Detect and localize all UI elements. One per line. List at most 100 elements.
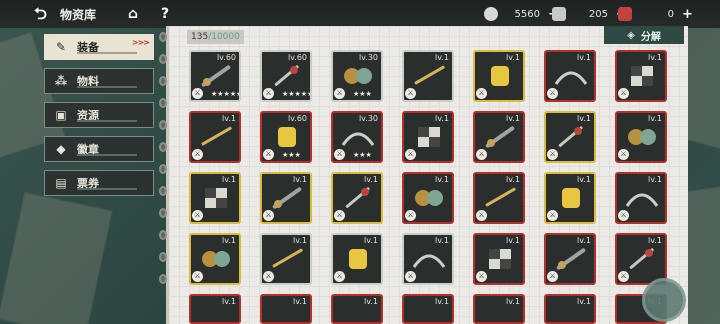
item-type-icon: ⚔ — [192, 271, 203, 282]
sidebar-item-materials[interactable]: ⁂ 物料 — [44, 68, 154, 94]
help-icon[interactable]: ? — [156, 5, 174, 23]
decompose-icon: ◈ — [627, 29, 635, 41]
item-stars: ★★★ — [282, 151, 301, 159]
inventory-item[interactable]: lv.1 — [331, 294, 383, 324]
active-indicator: >>> — [131, 38, 150, 47]
weapon-icon — [339, 62, 377, 90]
item-level: lv.1 — [222, 175, 236, 184]
resources-icon: ▣ — [55, 108, 67, 122]
item-level: lv.1 — [222, 297, 236, 306]
weapon-icon — [552, 184, 590, 212]
item-level: lv.1 — [222, 236, 236, 245]
badge-icon: ◆ — [56, 142, 66, 156]
inventory-item[interactable]: lv.1 ⚔ — [402, 233, 454, 285]
item-level: lv.1 — [648, 114, 662, 123]
resource-ticket: 205 + — [552, 5, 628, 23]
inventory-item[interactable]: lv.1 ⚔ — [473, 172, 525, 224]
inventory-item[interactable]: lv.60 ⚔ ★★★★★ — [260, 50, 312, 102]
weapon-icon — [268, 123, 306, 151]
weapon-icon — [268, 62, 306, 90]
binder-rings — [159, 32, 167, 296]
inventory-item[interactable]: lv.1 ⚔ — [189, 172, 241, 224]
inventory-item[interactable]: lv.1 — [402, 294, 454, 324]
item-stars: ★★★ — [353, 151, 372, 159]
weapon-icon — [197, 62, 235, 90]
item-level: lv.1 — [506, 236, 520, 245]
inventory-item[interactable]: lv.1 ⚔ — [615, 233, 667, 285]
ticket-list-icon: ▤ — [55, 176, 67, 190]
back-arrow-icon[interactable]: ⮌ — [34, 5, 54, 23]
item-level: lv.1 — [506, 175, 520, 184]
coin-icon — [484, 7, 498, 21]
inventory-item[interactable]: lv.1 ⚔ — [402, 50, 454, 102]
item-type-icon: ⚔ — [192, 210, 203, 221]
item-level: lv.1 — [648, 175, 662, 184]
item-level: lv.1 — [293, 236, 307, 245]
inventory-item[interactable]: lv.1 ⚔ — [402, 172, 454, 224]
weapon-icon — [410, 123, 448, 151]
coin-value: 5560 — [514, 8, 540, 20]
resource-supply: 0 + — [618, 5, 694, 23]
item-level: lv.1 — [364, 175, 378, 184]
inventory-item[interactable]: lv.1 ⚔ — [544, 233, 596, 285]
inventory-item[interactable]: lv.1 ⚔ — [189, 233, 241, 285]
inventory-item[interactable]: lv.1 ⚔ — [473, 50, 525, 102]
sidebar-item-tickets[interactable]: ▤ 票券 — [44, 170, 154, 196]
inventory-item[interactable]: lv.1 ⚔ — [544, 50, 596, 102]
inventory-item[interactable]: lv.30 ⚔ ★★★ — [331, 111, 383, 163]
item-level: lv.1 — [293, 297, 307, 306]
item-level: lv.60 — [287, 53, 307, 62]
top-bar: ⮌ 物资库 ⌂ ? 5560 + 205 + 0 + — [0, 0, 720, 28]
inventory-item[interactable]: lv.1 — [544, 294, 596, 324]
inventory-item[interactable]: lv.1 ⚔ — [260, 172, 312, 224]
inventory-item[interactable]: lv.1 ⚔ — [615, 111, 667, 163]
sidebar-item-equipment[interactable]: ✎ 装备 >>> — [44, 34, 154, 60]
item-type-icon: ⚔ — [476, 210, 487, 221]
inventory-item[interactable]: lv.1 — [473, 294, 525, 324]
inventory-item[interactable]: lv.1 — [260, 294, 312, 324]
item-level: lv.1 — [577, 175, 591, 184]
item-level: lv.1 — [435, 53, 449, 62]
inventory-item[interactable]: lv.1 ⚔ — [615, 50, 667, 102]
inventory-item[interactable]: lv.1 ⚔ — [331, 172, 383, 224]
weapon-icon — [339, 184, 377, 212]
weapon-icon — [623, 123, 661, 151]
inventory-item[interactable]: lv.1 ⚔ — [615, 172, 667, 224]
item-stars: ★★★★★ — [282, 90, 312, 98]
inventory-item[interactable]: lv.60 ⚔ ★★★★★ — [189, 50, 241, 102]
decompose-button[interactable]: ◈ 分解 — [604, 26, 684, 44]
item-level: lv.1 — [222, 114, 236, 123]
item-level: lv.1 — [506, 297, 520, 306]
materials-icon: ⁂ — [54, 74, 68, 88]
weapon-icon — [552, 62, 590, 90]
sidebar-item-badges[interactable]: ◆ 徽章 — [44, 136, 154, 162]
resource-coin: 5560 + — [484, 5, 560, 23]
item-level: lv.1 — [435, 114, 449, 123]
inventory-item[interactable]: lv.30 ⚔ ★★★ — [331, 50, 383, 102]
inventory-item[interactable]: lv.1 ⚔ — [473, 233, 525, 285]
home-icon[interactable]: ⌂ — [124, 5, 142, 23]
inventory-item[interactable]: lv.1 ⚔ — [331, 233, 383, 285]
inventory-item[interactable]: lv.1 ⚔ — [260, 233, 312, 285]
supply-crate-icon — [618, 7, 632, 21]
inventory-item[interactable]: lv.1 ⚔ — [189, 111, 241, 163]
add-supply-button[interactable]: + — [682, 7, 694, 22]
item-type-icon: ⚔ — [618, 88, 629, 99]
item-type-icon: ⚔ — [405, 88, 416, 99]
inventory-item[interactable]: lv.60 ⚔ ★★★ — [260, 111, 312, 163]
inventory-item[interactable]: lv.1 ⚔ — [473, 111, 525, 163]
item-level: lv.1 — [364, 236, 378, 245]
inventory-item[interactable]: lv.1 ⚔ — [544, 111, 596, 163]
item-type-icon: ⚔ — [334, 149, 345, 160]
sidebar-item-resources[interactable]: ▣ 资源 — [44, 102, 154, 128]
capacity-max: /10000 — [208, 32, 240, 42]
inventory-item[interactable]: lv.1 — [189, 294, 241, 324]
item-type-icon: ⚔ — [547, 88, 558, 99]
weapon-icon — [481, 123, 519, 151]
inventory-item[interactable]: lv.1 ⚔ — [402, 111, 454, 163]
item-type-icon: ⚔ — [192, 149, 203, 160]
item-type-icon: ⚔ — [547, 210, 558, 221]
item-type-icon: ⚔ — [476, 149, 487, 160]
inventory-item[interactable]: lv.1 ⚔ — [544, 172, 596, 224]
item-level: lv.30 — [358, 114, 378, 123]
